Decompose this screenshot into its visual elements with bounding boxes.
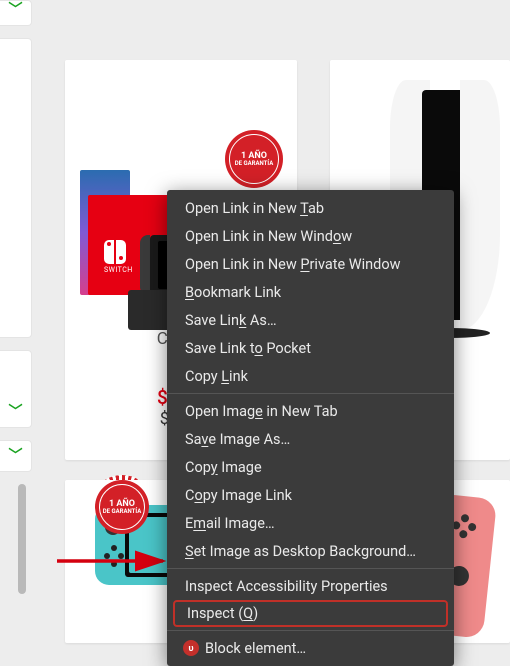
ctx-save-link-as[interactable]: Save Link As… [167,306,454,334]
sidebar-scrollbar[interactable] [18,484,26,594]
filter-panel-4[interactable]: ﹀ [0,440,32,472]
ctx-block-element[interactable]: ᴜ Block element… [167,634,454,662]
ctx-open-image-new-tab[interactable]: Open Image in New Tab [167,397,454,425]
filter-panel-2[interactable] [0,38,32,338]
ctx-save-image-as[interactable]: Save Image As… [167,425,454,453]
context-menu: Open Link in New Tab Open Link in New Wi… [167,190,454,666]
ctx-copy-image-link[interactable]: Copy Image Link [167,481,454,509]
switch-logo-icon [104,240,144,264]
filter-panel-1[interactable]: ﹀ [0,0,32,26]
ctx-email-image[interactable]: Email Image… [167,509,454,537]
ctx-open-link-new-tab[interactable]: Open Link in New Tab [167,194,454,222]
ctx-copy-link[interactable]: Copy Link [167,362,454,390]
ctx-separator [167,568,454,569]
ctx-save-link-pocket[interactable]: Save Link to Pocket [167,334,454,362]
chevron-down-icon: ﹀ [9,401,23,421]
ctx-separator [167,630,454,631]
switch-logo-text: SWITCH [104,266,144,274]
sidebar-filter-column: ﹀ ﹀ ﹀ [0,0,40,643]
ctx-inspect-accessibility[interactable]: Inspect Accessibility Properties [167,572,454,600]
ctx-separator [167,393,454,394]
ctx-open-link-new-window[interactable]: Open Link in New Window [167,222,454,250]
ctx-bookmark-link[interactable]: Bookmark Link [167,278,454,306]
warranty-badge: 1 AÑODE GARANTÍA [225,130,283,188]
ctx-open-link-private-window[interactable]: Open Link in New Private Window [167,250,454,278]
warranty-badge: 1 AÑODE GARANTÍA [95,480,149,534]
chevron-down-icon: ﹀ [9,445,23,465]
ctx-copy-image[interactable]: Copy Image [167,453,454,481]
filter-panel-3[interactable]: ﹀ [0,350,32,428]
ublock-icon: ᴜ [183,640,199,656]
ctx-inspect[interactable]: Inspect (Q) [173,600,448,627]
chevron-down-icon: ﹀ [9,0,23,19]
ctx-set-desktop-background[interactable]: Set Image as Desktop Background… [167,537,454,565]
